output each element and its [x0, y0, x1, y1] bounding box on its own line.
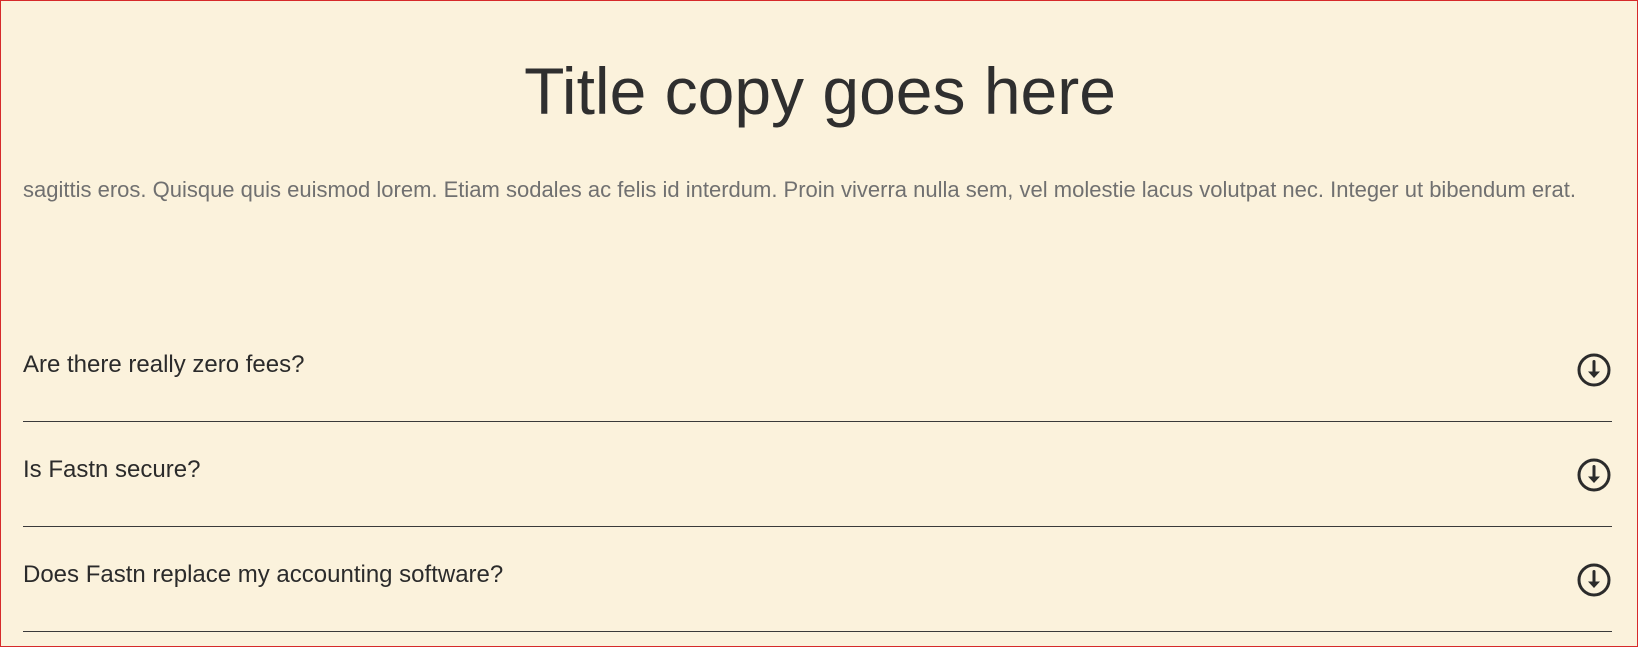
arrow-down-circle-icon[interactable] — [1576, 352, 1612, 388]
page-frame: Title copy goes here sagittis eros. Quis… — [0, 0, 1638, 647]
faq-list: Are there really zero fees? Is Fastn sec… — [23, 317, 1612, 632]
faq-item[interactable]: Are there really zero fees? — [23, 317, 1612, 422]
faq-item[interactable]: Does Fastn replace my accounting softwar… — [23, 527, 1612, 632]
faq-question[interactable]: Are there really zero fees? — [23, 351, 304, 379]
intro-text: sagittis eros. Quisque quis euismod lore… — [23, 177, 1576, 202]
arrow-down-circle-icon[interactable] — [1576, 457, 1612, 493]
faq-question[interactable]: Is Fastn secure? — [23, 456, 200, 484]
arrow-down-circle-icon[interactable] — [1576, 562, 1612, 598]
faq-item[interactable]: Is Fastn secure? — [23, 422, 1612, 527]
faq-question[interactable]: Does Fastn replace my accounting softwar… — [23, 561, 503, 589]
page-title: Title copy goes here — [524, 54, 1116, 128]
